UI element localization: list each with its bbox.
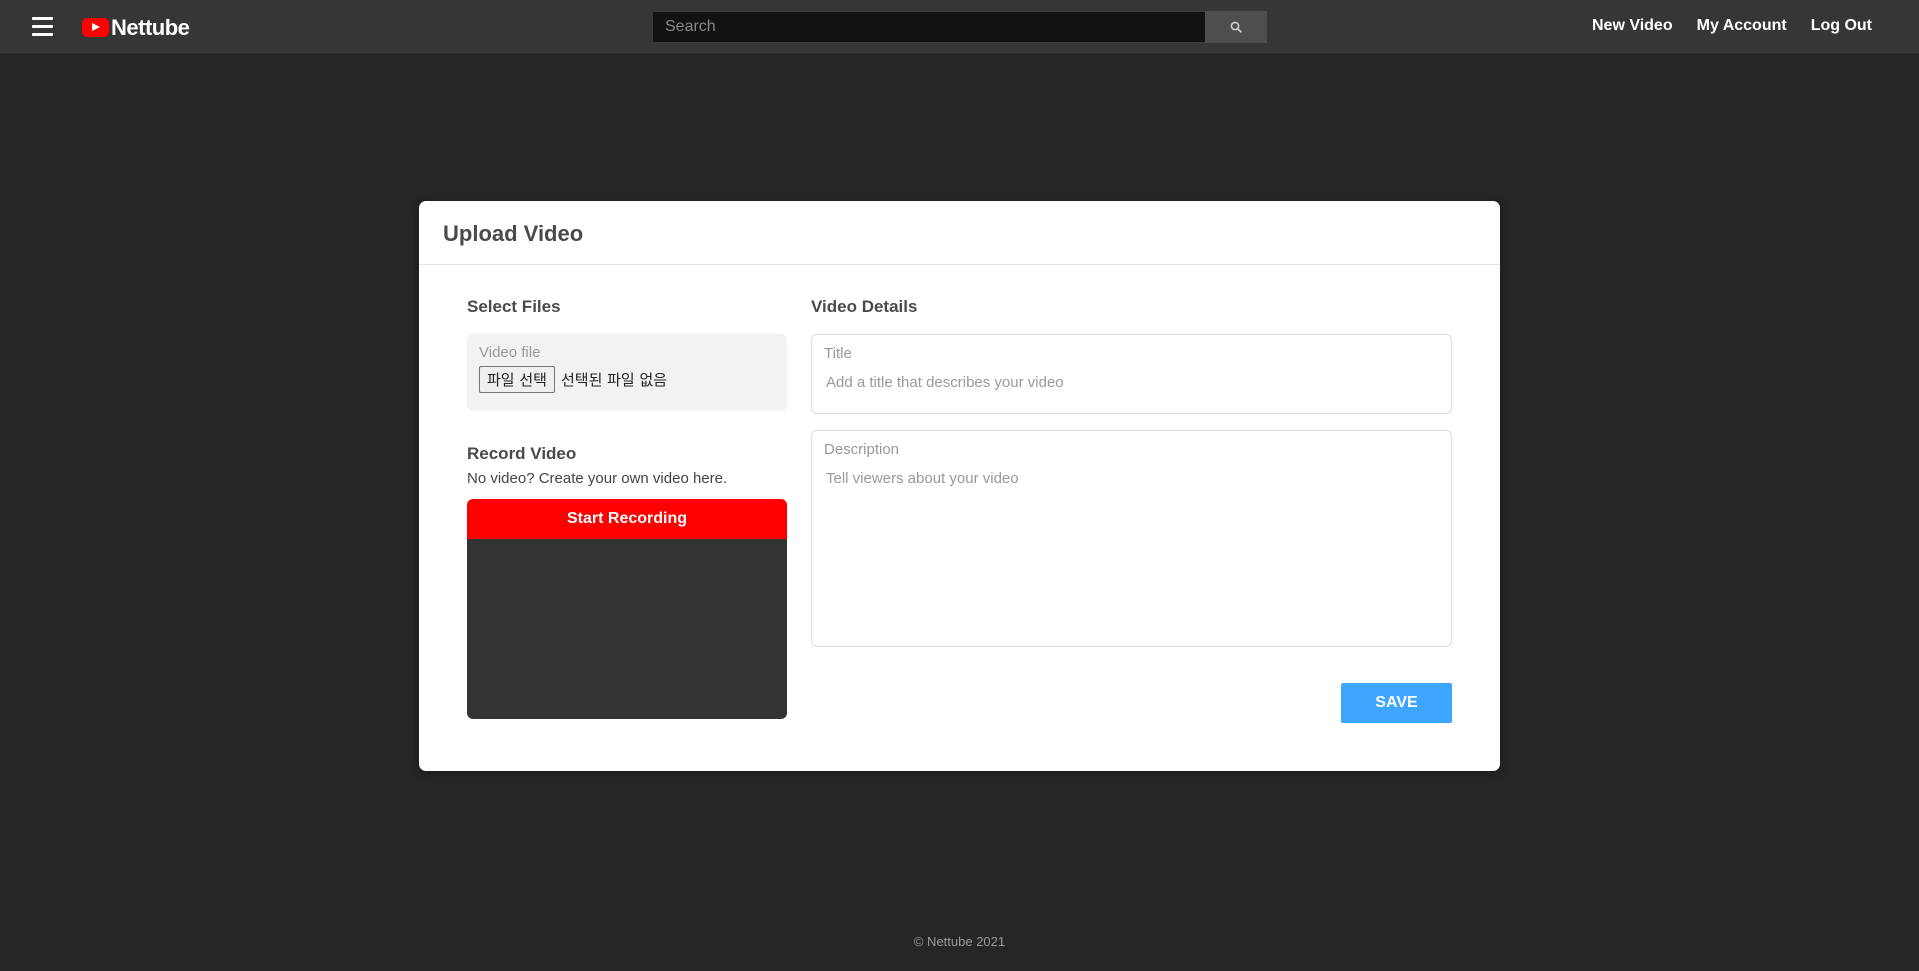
search-input[interactable] [652,11,1205,43]
record-video-heading: Record Video [467,444,577,463]
title-label: Title [824,345,852,362]
nav-new-video[interactable]: New Video [1592,17,1673,35]
top-navbar: Nettube New Video My Account Log Out [0,0,1919,54]
header-nav: New Video My Account Log Out [1592,17,1872,35]
search-bar [652,11,1267,43]
select-files-heading: Select Files [467,297,561,316]
search-button[interactable] [1205,11,1267,43]
record-video-subtitle: No video? Create your own video here. [467,470,728,487]
video-file-field: Video file 파일 선택 선택된 파일 없음 [467,334,787,411]
logo[interactable]: Nettube [82,14,190,41]
title-field: Title [811,334,1452,414]
description-input[interactable] [824,466,1439,616]
left-column: Select Files Video file 파일 선택 선택된 파일 없음 … [467,297,787,719]
nav-log-out[interactable]: Log Out [1811,17,1872,35]
title-input[interactable] [824,370,1439,395]
description-label: Description [824,441,900,458]
nav-my-account[interactable]: My Account [1697,17,1787,35]
video-preview [467,539,787,719]
video-file-label: Video file [479,344,541,361]
start-recording-button[interactable]: Start Recording [467,499,787,539]
file-input: 파일 선택 선택된 파일 없음 [479,366,775,393]
right-column: Video Details Title Description [811,297,1452,647]
choose-file-button[interactable]: 파일 선택 [479,366,555,393]
save-button[interactable]: SAVE [1341,683,1452,723]
description-field: Description [811,430,1452,647]
search-icon [1230,21,1242,33]
no-file-text: 선택된 파일 없음 [560,371,668,389]
logo-text: Nettube [111,14,190,40]
hamburger-menu-icon[interactable] [32,17,53,36]
page-title: Upload Video [443,221,584,246]
upload-video-card: Upload Video Select Files Video file 파일 … [419,201,1500,771]
card-header: Upload Video [419,201,1500,265]
footer-copyright: © Nettube 2021 [913,934,1006,949]
video-details-heading: Video Details [811,297,918,316]
play-logo-icon [82,18,109,37]
